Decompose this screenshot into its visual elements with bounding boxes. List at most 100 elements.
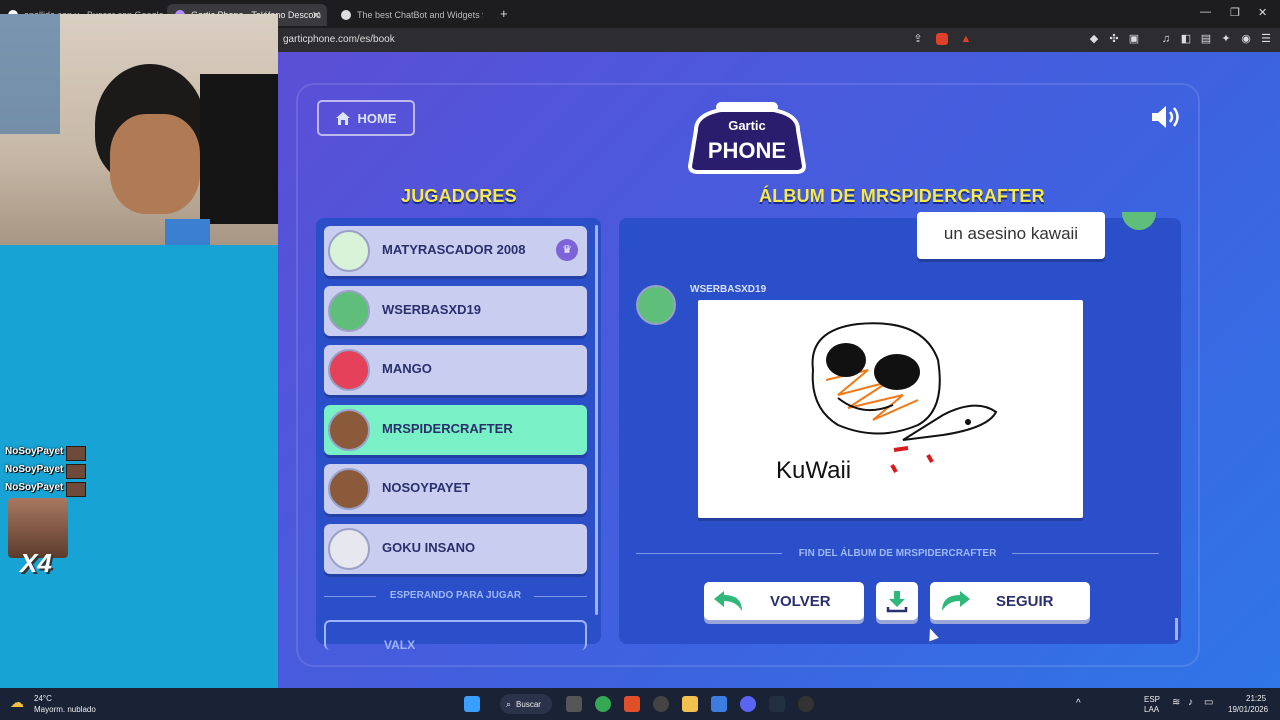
search-icon: ⌕: [506, 698, 512, 709]
screenshot-icon[interactable]: ▣: [1128, 33, 1140, 45]
chat-message: NoSoyPayet :: [5, 464, 70, 475]
volume-icon[interactable]: ♪: [1188, 697, 1193, 708]
start-icon[interactable]: [464, 696, 480, 712]
player-row: MANGO: [324, 345, 587, 395]
avatar: [328, 468, 370, 510]
svg-text:KuWaii: KuWaii: [776, 457, 851, 484]
search-button[interactable]: ⌕ Buscar: [500, 694, 552, 714]
new-tab-button[interactable]: +: [500, 6, 508, 21]
gartic-phone-logo: Gartic PHONE: [687, 102, 807, 174]
emote-icon: [66, 464, 86, 479]
album-scrollbar[interactable]: [1175, 618, 1178, 640]
emote-icon: [66, 482, 86, 497]
chat-message: NoSoyPayet :: [5, 446, 70, 457]
back-button[interactable]: VOLVER: [704, 582, 864, 620]
weather-icon[interactable]: ☁: [10, 694, 24, 711]
player-row: MATYRASCADOR 2008 ♛: [324, 226, 587, 276]
discord-icon[interactable]: [740, 696, 756, 712]
waiting-player-row: VALX: [324, 620, 587, 652]
previous-text-bubble: un asesino kawaii: [917, 212, 1105, 259]
drawing-canvas: KuWaii: [698, 300, 1083, 518]
emote-multiplier: X4: [20, 548, 52, 578]
wall-poster: [0, 14, 60, 134]
player-name: WSERBASXD19: [382, 302, 481, 317]
svg-text:PHONE: PHONE: [708, 138, 786, 163]
download-button[interactable]: [876, 582, 918, 620]
monitor: [200, 74, 278, 224]
vpn-icon[interactable]: ◉: [1240, 33, 1252, 45]
puzzle-icon[interactable]: ✣: [1108, 33, 1120, 45]
folder-icon[interactable]: [682, 696, 698, 712]
weather-temp[interactable]: 24°C: [34, 694, 52, 703]
home-button[interactable]: HOME: [317, 100, 415, 136]
player-name: GOKU INSANO: [382, 540, 476, 555]
next-button[interactable]: SEGUIR: [930, 582, 1090, 620]
close-window-icon[interactable]: ✕: [1258, 6, 1267, 19]
browser-tab[interactable]: The best ChatBot and Widgets fo: [333, 4, 483, 26]
avatar: [328, 230, 370, 272]
obs-icon[interactable]: [653, 696, 669, 712]
avatar: [328, 528, 370, 570]
back-label: VOLVER: [770, 592, 831, 610]
brave-rewards-icon[interactable]: ▲: [960, 33, 972, 45]
chrome-icon[interactable]: [595, 696, 611, 712]
minimize-icon[interactable]: —: [1200, 6, 1211, 18]
tab-title: The best ChatBot and Widgets fo: [357, 10, 483, 20]
player-name: MANGO: [382, 361, 432, 376]
taskbar: ☁ 24°C Mayorm. nublado ⌕ Buscar ^ ESP LA…: [0, 688, 1280, 720]
menu-icon[interactable]: ☰: [1260, 33, 1272, 45]
previous-text: un asesino kawaii: [943, 224, 1079, 243]
back-arrow-icon: [714, 591, 742, 611]
extension-icon[interactable]: ◆: [1088, 33, 1100, 45]
players-heading: JUGADORES: [401, 186, 517, 206]
clock-date[interactable]: 19/01/2026: [1228, 705, 1268, 714]
battery-icon[interactable]: ▭: [1204, 697, 1213, 708]
drawing: KuWaii: [776, 322, 998, 484]
player-row: GOKU INSANO: [324, 524, 587, 574]
waiting-player-name: VALX: [384, 638, 416, 652]
sidebar-icon[interactable]: ◧: [1180, 33, 1192, 45]
forward-arrow-icon: [942, 591, 970, 611]
controller: [165, 219, 210, 245]
language-indicator[interactable]: ESP: [1144, 695, 1160, 704]
players-scrollbar[interactable]: [595, 225, 598, 615]
player-name: MRSPIDERCRAFTER: [382, 421, 513, 436]
avatar: [328, 409, 370, 451]
player-row: WSERBASXD19: [324, 286, 587, 336]
webcam-overlay: [0, 14, 278, 245]
wifi-icon[interactable]: ≋: [1172, 697, 1180, 708]
player-row: NOSOYPAYET: [324, 464, 587, 514]
maximize-icon[interactable]: ❐: [1230, 6, 1240, 19]
search-label: Buscar: [516, 699, 541, 709]
download-icon: [886, 591, 908, 613]
player-name: MATYRASCADOR 2008: [382, 242, 526, 257]
streamer-face: [110, 114, 200, 214]
app-icon[interactable]: [798, 696, 814, 712]
weather-desc[interactable]: Mayorm. nublado: [34, 705, 96, 714]
svg-text:Gartic: Gartic: [728, 118, 766, 133]
emote-icon: [66, 446, 86, 461]
language-layout[interactable]: LAA: [1144, 705, 1159, 714]
brave-icon[interactable]: [624, 696, 640, 712]
sound-icon[interactable]: [1150, 104, 1184, 130]
chevron-up-icon[interactable]: ^: [1076, 698, 1081, 709]
player-row-selected: MRSPIDERCRAFTER: [324, 405, 587, 455]
close-tab-icon[interactable]: ✕: [312, 9, 321, 22]
share-icon[interactable]: ⇪: [912, 33, 924, 45]
store-icon[interactable]: [711, 696, 727, 712]
media-icon[interactable]: ♫: [1160, 33, 1172, 45]
app-icon[interactable]: [769, 696, 785, 712]
chat-message: NoSoyPayet :: [5, 482, 70, 493]
album-heading: ÁLBUM DE MRSPIDERCRAFTER: [759, 186, 1045, 206]
wallet-icon[interactable]: ▤: [1200, 33, 1212, 45]
next-label: SEGUIR: [996, 592, 1054, 610]
url-field[interactable]: garticphone.com/es/book: [283, 34, 395, 45]
author-avatar: [636, 285, 676, 325]
leo-icon[interactable]: ✦: [1220, 33, 1232, 45]
task-view-icon[interactable]: [566, 696, 582, 712]
avatar: [328, 349, 370, 391]
crown-icon: ♛: [556, 239, 578, 261]
waiting-label: ESPERANDO PARA JUGAR: [389, 590, 522, 601]
brave-shield-icon[interactable]: [936, 33, 948, 45]
clock-time[interactable]: 21:25: [1246, 694, 1266, 703]
